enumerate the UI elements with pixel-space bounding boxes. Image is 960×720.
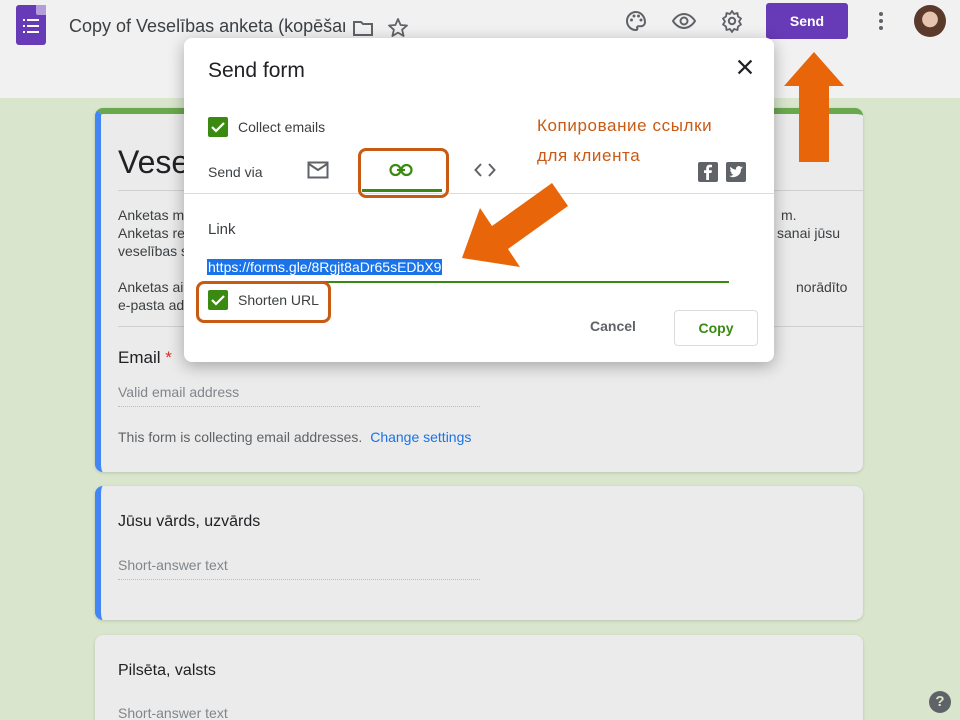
code-icon[interactable] xyxy=(474,162,496,178)
mail-icon[interactable] xyxy=(307,161,329,179)
document-title[interactable]: Copy of Veselības anketa (kopēšana) xyxy=(69,16,345,40)
form-title: Vese xyxy=(118,144,190,180)
form-description-line: Anketas ai xyxy=(118,279,184,295)
link-value[interactable]: https://forms.gle/8Rgjt8aDr65sEDbX9 xyxy=(207,259,443,275)
google-forms-logo-icon[interactable] xyxy=(16,5,46,45)
short-answer-hint: Short-answer text xyxy=(118,557,480,580)
form-description-line: veselības s xyxy=(118,243,189,259)
folder-icon[interactable] xyxy=(351,16,375,40)
send-via-label: Send via xyxy=(208,164,263,180)
question-title: Pilsēta, valsts xyxy=(118,662,216,679)
eye-icon[interactable] xyxy=(672,9,696,33)
change-settings-link[interactable]: Change settings xyxy=(370,429,471,445)
collect-emails-checkbox[interactable] xyxy=(208,117,228,137)
collect-emails-label: Collect emails xyxy=(238,119,326,135)
email-input-placeholder: Valid email address xyxy=(118,384,480,407)
copy-button[interactable]: Copy xyxy=(674,310,758,346)
help-icon[interactable]: ? xyxy=(929,691,951,713)
link-input[interactable]: https://forms.gle/8Rgjt8aDr65sEDbX9 xyxy=(207,259,729,283)
form-description-line: norādīto xyxy=(796,279,848,295)
form-description-line: e-pasta ad xyxy=(118,297,185,313)
more-vert-icon[interactable] xyxy=(869,9,893,33)
form-description-line: sanai jūsu xyxy=(777,225,841,241)
short-answer-hint: Short-answer text xyxy=(118,705,228,720)
question-card[interactable]: Pilsēta, valsts Short-answer text xyxy=(95,635,863,720)
required-mark: * xyxy=(165,348,172,367)
collecting-note: This form is collecting email addresses.… xyxy=(118,429,472,445)
shorten-url-highlight xyxy=(196,281,331,323)
form-description-line: Anketas re xyxy=(118,225,185,241)
avatar[interactable] xyxy=(914,5,946,37)
checkmark-icon xyxy=(211,122,225,133)
send-button[interactable]: Send xyxy=(766,3,848,39)
close-icon[interactable] xyxy=(734,56,756,78)
annotation-text: Копирование ссылки для клиента xyxy=(537,116,713,165)
email-question-label: Email * xyxy=(118,348,172,367)
question-title: Jūsu vārds, uzvārds xyxy=(118,513,261,530)
form-description-line: Anketas m xyxy=(118,207,185,223)
palette-icon[interactable] xyxy=(624,9,648,33)
dialog-title: Send form xyxy=(208,59,305,82)
cancel-button[interactable]: Cancel xyxy=(590,318,636,334)
link-label: Link xyxy=(208,221,236,238)
star-icon[interactable] xyxy=(386,16,410,40)
link-tab-highlight xyxy=(358,148,449,198)
question-card[interactable]: Jūsu vārds, uzvārds Short-answer text xyxy=(95,486,863,620)
gear-icon[interactable] xyxy=(720,9,744,33)
form-description-line: m. xyxy=(781,207,797,223)
